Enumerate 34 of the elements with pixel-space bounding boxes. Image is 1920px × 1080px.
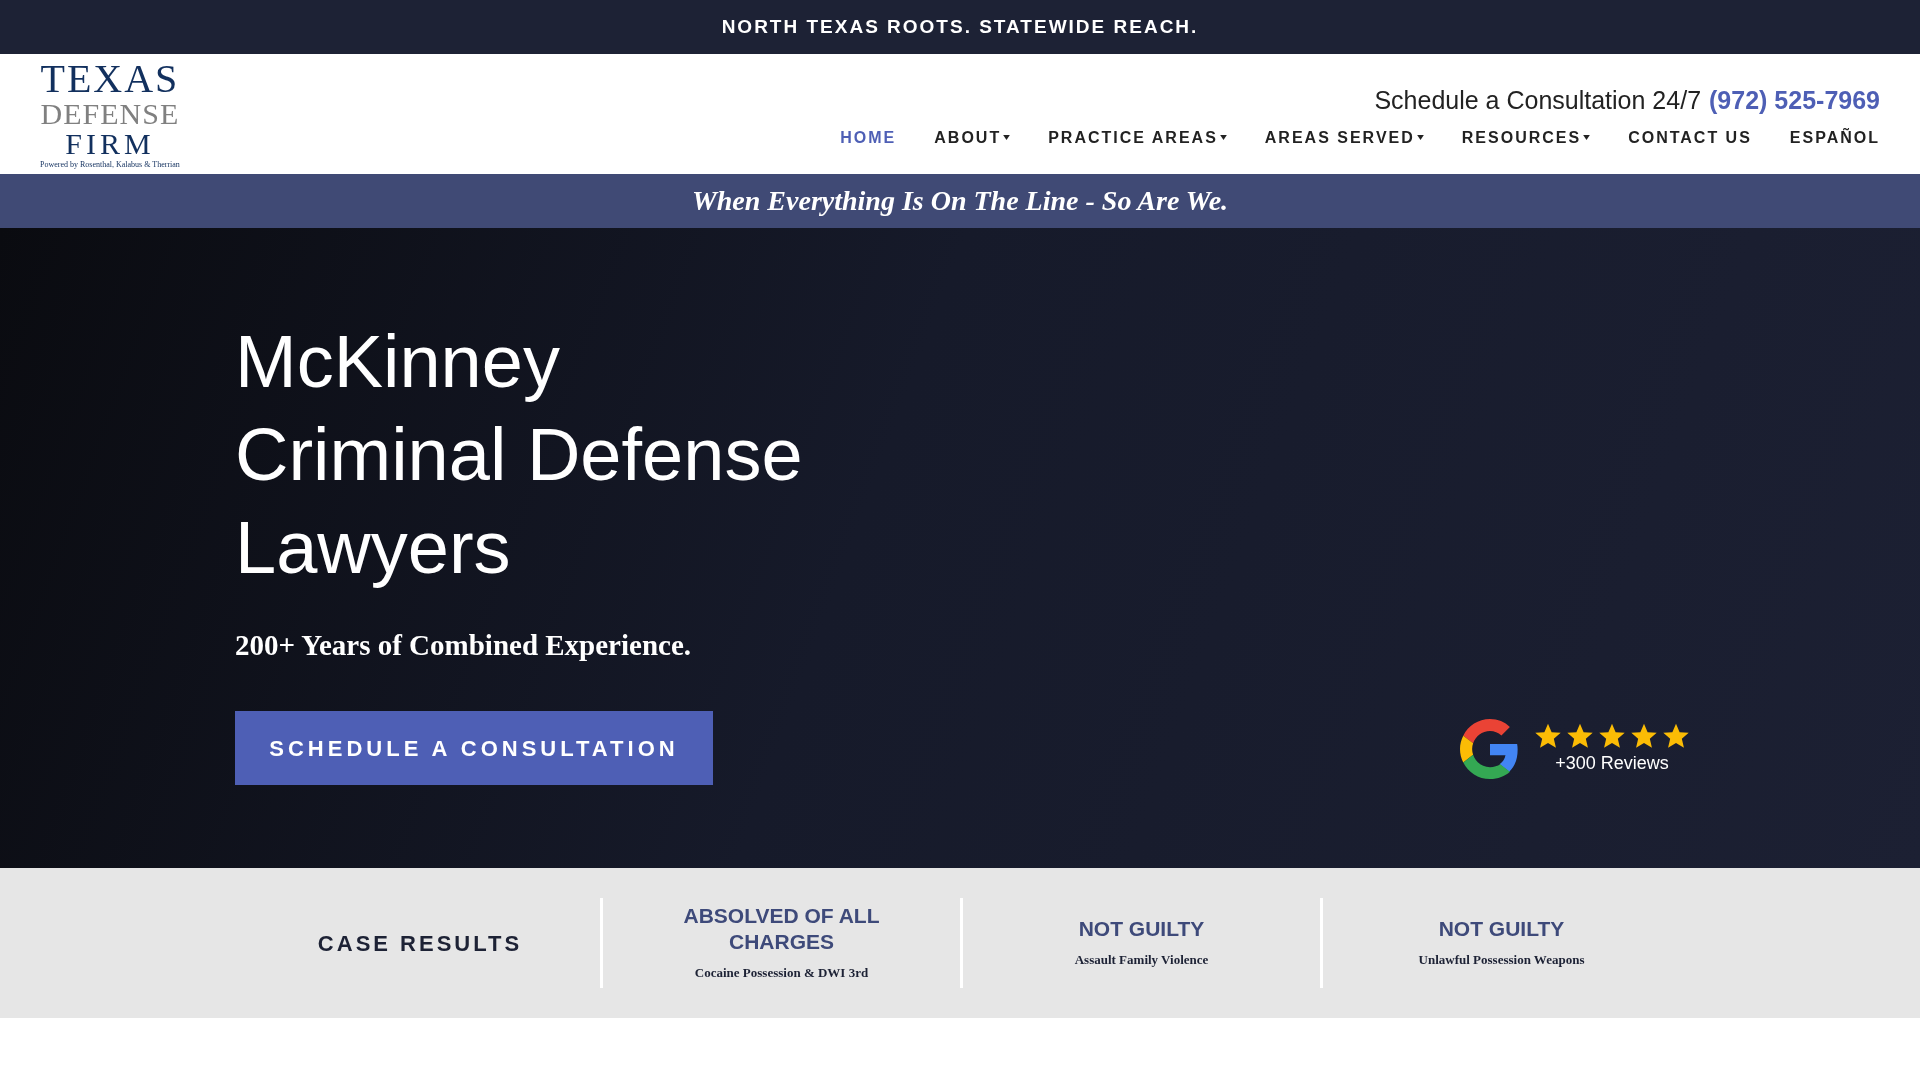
nav-link[interactable]: ESPAÑOL (1789, 125, 1880, 150)
case-charge: Cocaine Possession & DWI 3rd (694, 964, 869, 983)
case-charge: Unlawful Possession Weapons (1418, 951, 1585, 970)
hero-subtitle: 200+ Years of Combined Experience. (235, 627, 693, 663)
schedule-consultation-button[interactable]: SCHEDULE A CONSULTATION (235, 711, 713, 785)
nav-link[interactable]: ABOUT (934, 125, 1011, 150)
case-charge: Assault Family Violence (1074, 951, 1209, 970)
case-results-heading: CASE RESULTS (317, 929, 523, 958)
logo-text: DEFENSE (40, 99, 180, 129)
top-bar-text: NORTH TEXAS ROOTS. STATEWIDE REACH. (721, 14, 1199, 39)
caret-icon (1219, 135, 1227, 141)
logo-tagline: Powered by Rosenthal, Kalabus & Therrian (40, 161, 180, 169)
logo-text: FIRM (65, 129, 155, 159)
hero-title: Lawyers (235, 504, 512, 591)
hero-title: McKinney (235, 318, 561, 405)
nav-link[interactable]: HOME (840, 125, 897, 150)
g-logo-icon (1460, 719, 1520, 779)
logo-text: TEXAS (40, 59, 180, 99)
phone-link[interactable]: (972) 525-7969 (1709, 82, 1880, 120)
caret-icon (1583, 135, 1591, 141)
nav-link[interactable]: CONTACT US (1628, 125, 1752, 150)
nav-link[interactable]: RESOURCES (1461, 125, 1591, 150)
reviews-count: +300 Reviews (1555, 751, 1669, 775)
caret-icon (1416, 135, 1424, 141)
caret-icon (1003, 135, 1011, 141)
consultation-label: Schedule a Consultation 24/7 (1374, 85, 1702, 117)
hero-title: Criminal Defense (235, 411, 803, 498)
case-verdict: ABSOLVED OF ALL CHARGES (682, 903, 881, 956)
case-verdict: NOT GUILTY (1437, 916, 1566, 943)
logo[interactable]: TEXAS DEFENSE FIRM Powered by Rosenthal, Kalabus & Therrian (40, 59, 180, 169)
slogan: When Everything Is On The Line - So Are We. (691, 184, 1229, 218)
nav-link[interactable]: AREAS SERVED (1264, 125, 1424, 150)
case-verdict: NOT GUILTY (1077, 916, 1206, 943)
nav-link[interactable]: PRACTICE AREAS (1048, 125, 1227, 150)
